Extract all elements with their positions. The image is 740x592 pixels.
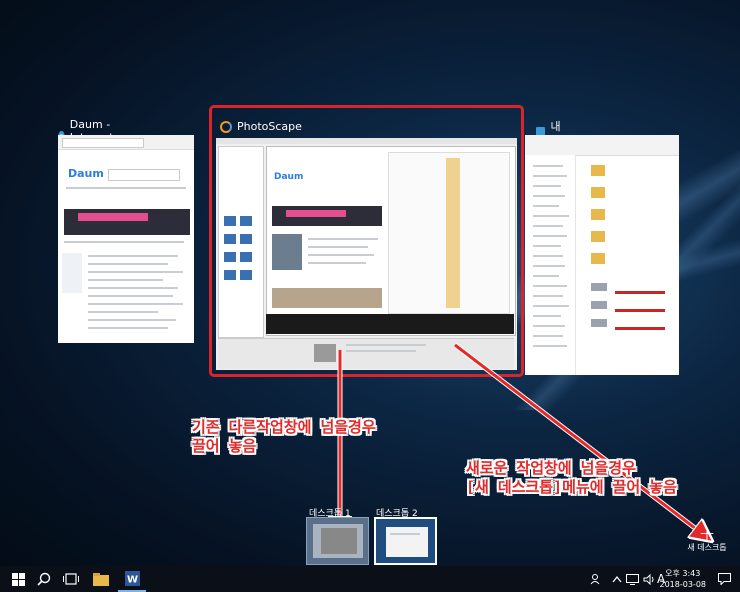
annotation-existing-line1: 기존 다른작업창에 넘을경우	[192, 418, 376, 436]
windows-logo-icon	[11, 572, 25, 586]
taskbar: W A 오후 3:43 2018-03-08	[0, 566, 740, 592]
search-icon	[37, 572, 51, 586]
clock-date: 2018-03-08	[659, 580, 707, 589]
people-button[interactable]	[590, 566, 602, 592]
start-button[interactable]	[6, 566, 30, 592]
word-button[interactable]: W	[118, 566, 146, 592]
task-view-icon	[63, 573, 79, 585]
action-center-button[interactable]	[718, 566, 731, 592]
arrow-to-new-desktop	[454, 343, 704, 535]
volume-button[interactable]	[643, 566, 656, 592]
desktop-2-thumbnail[interactable]	[374, 517, 437, 565]
annotation-existing: 기존 다른작업창에 넘을경우 끌어 놓음	[192, 418, 376, 456]
people-icon	[590, 574, 600, 585]
clock[interactable]: 오후 3:43 2018-03-08	[660, 568, 707, 590]
annotation-new-line1: 새로운 작업창에 넘을경우	[466, 459, 636, 477]
file-explorer-button[interactable]	[88, 566, 114, 592]
notification-icon	[718, 573, 731, 585]
show-hidden-icons-button[interactable]	[612, 566, 622, 592]
word-icon: W	[124, 570, 140, 586]
svg-text:W: W	[126, 574, 137, 585]
search-button[interactable]	[32, 566, 56, 592]
folder-icon	[93, 572, 109, 586]
task-view-button[interactable]	[58, 566, 84, 592]
annotation-new-line2: [새 데스크톱]메뉴에 끌어 놓음	[466, 478, 677, 496]
new-desktop-button[interactable]: + 새 데스크톱	[682, 521, 732, 553]
annotation-existing-line2: 끌어 놓음	[192, 437, 257, 455]
network-button[interactable]	[626, 566, 639, 592]
desktop-1-thumbnail[interactable]	[306, 517, 369, 565]
volume-icon	[643, 573, 654, 585]
network-icon	[626, 573, 639, 585]
clock-time: 오후 3:43	[665, 569, 701, 578]
annotation-arrows	[0, 343, 740, 592]
chevron-up-icon	[612, 575, 622, 583]
plus-icon: +	[698, 521, 716, 545]
annotation-new: 새로운 작업창에 넘을경우 [새 데스크톱]메뉴에 끌어 놓음	[466, 459, 677, 497]
new-desktop-label: 새 데스크톱	[687, 543, 727, 552]
